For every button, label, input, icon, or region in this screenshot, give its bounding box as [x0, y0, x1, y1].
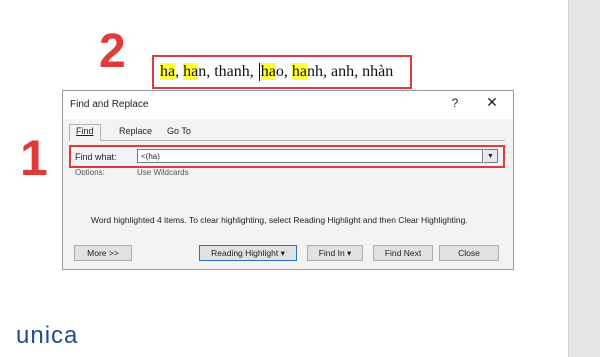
- doc-text: ha, han, thanh, hao, hanh, anh, nhàn: [160, 62, 394, 82]
- scrollbar-region: [568, 0, 600, 357]
- options-label: Options:: [75, 168, 105, 175]
- find-what-label: Find what:: [75, 152, 117, 162]
- logo-text: unica: [16, 322, 79, 349]
- dialog-titlebar[interactable]: Find and Replace ? ✕: [63, 91, 513, 119]
- highlighted-match: ha: [160, 62, 176, 80]
- tab-goto[interactable]: Go To: [161, 125, 197, 140]
- tab-replace[interactable]: Replace: [113, 125, 158, 140]
- doc-segment: n, thanh,: [198, 62, 258, 80]
- help-button[interactable]: ?: [447, 96, 463, 110]
- highlighted-match: ha: [260, 62, 276, 80]
- find-next-button[interactable]: Find Next: [373, 245, 433, 261]
- close-icon[interactable]: ✕: [483, 94, 501, 111]
- highlighted-match: ha: [291, 62, 307, 80]
- close-button[interactable]: Close: [439, 245, 499, 261]
- tab-find[interactable]: Find: [69, 124, 101, 141]
- more-button[interactable]: More >>: [74, 245, 132, 261]
- find-replace-dialog: Find and Replace ? ✕ Find Replace Go To …: [62, 90, 514, 270]
- text-cursor: [258, 63, 260, 82]
- find-in-button[interactable]: Find In ▾: [307, 245, 363, 261]
- doc-segment: ,: [175, 62, 184, 80]
- document-text-highlight-box: ha, han, thanh, hao, hanh, anh, nhàn: [152, 55, 412, 89]
- unica-logo: unica: [16, 322, 78, 350]
- step-2-annotation: 2: [99, 25, 126, 78]
- doc-segment: o,: [275, 62, 292, 80]
- doc-segment: nh, anh, nhàn: [306, 62, 394, 80]
- find-what-input[interactable]: <(ha): [137, 149, 483, 163]
- reading-highlight-button[interactable]: Reading Highlight ▾: [199, 245, 297, 261]
- step-1-annotation: 1: [20, 130, 48, 186]
- tab-divider: [69, 140, 505, 141]
- status-message: Word highlighted 4 items. To clear highl…: [91, 215, 468, 225]
- highlighted-match: ha: [183, 62, 199, 80]
- chevron-down-icon[interactable]: ▼: [484, 149, 498, 163]
- dialog-title: Find and Replace: [70, 99, 149, 110]
- options-value: Use Wildcards: [137, 168, 189, 175]
